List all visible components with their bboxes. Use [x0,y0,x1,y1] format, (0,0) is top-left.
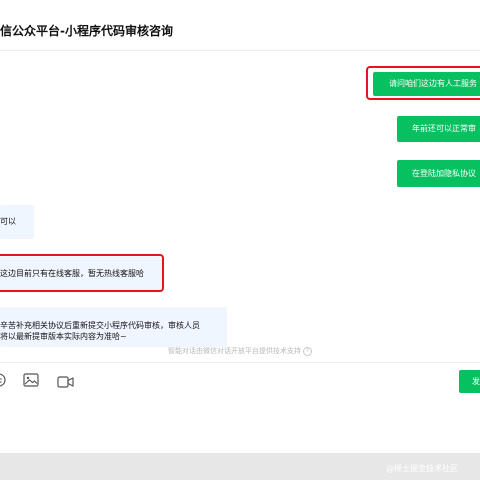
message-list[interactable]: 请问咱们这边有人工服务 年前还可以正常审 在登陆加隐私协议 可以 这边目前只有在… [0,51,480,362]
screenshot: 信公众平台-小程序代码审核咨询 请问咱们这边有人工服务 年前还可以正常审 在登陆… [0,0,480,480]
message-bubble-outgoing: 在登陆加隐私协议 [397,160,480,187]
message-text: 可以 [0,217,16,226]
powered-by-note: 智能对话由微信对话开放平台提供技术支持? [0,346,480,356]
input-toolbar: 发 [0,362,480,453]
message-bubble-outgoing: 年前还可以正常审 [397,116,480,142]
message-text-line: 将以最新提审版本实际内容为准哈~ [0,332,127,341]
chat-window: 信公众平台-小程序代码审核咨询 请问咱们这边有人工服务 年前还可以正常审 在登陆… [0,0,480,453]
message-text-line: 辛苦补充相关协议后重新提交小程序代码审核，审核人员 [0,321,200,330]
message-text: 在登陆加隐私协议 [412,169,476,178]
image-icon[interactable] [23,372,39,391]
message-bubble-incoming: 这边目前只有在线客服，暂无热线客服哈 [0,257,163,291]
message-bubble-incoming: 可以 [0,205,34,239]
video-icon[interactable] [57,373,74,392]
message-text: 这边目前只有在线客服，暂无热线客服哈 [0,269,144,278]
message-text: 请问咱们这边有人工服务 [389,79,477,88]
send-label: 发 [472,377,480,386]
message-bubble-incoming: 辛苦补充相关协议后重新提交小程序代码审核，审核人员 将以最新提审版本实际内容为准… [0,307,227,347]
message-bubble-outgoing: 请问咱们这边有人工服务 [373,72,480,96]
watermark: @稀土掘金技术社区 [386,464,458,473]
chat-title: 信公众平台-小程序代码审核咨询 [0,24,173,38]
message-text: 年前还可以正常审 [412,124,476,133]
powered-by-text: 智能对话由微信对话开放平台提供技术支持 [168,347,301,355]
info-icon[interactable]: ? [303,346,312,356]
send-button[interactable]: 发 [459,370,480,393]
emoji-icon[interactable] [0,372,6,391]
chat-header: 信公众平台-小程序代码审核咨询 [0,0,480,51]
